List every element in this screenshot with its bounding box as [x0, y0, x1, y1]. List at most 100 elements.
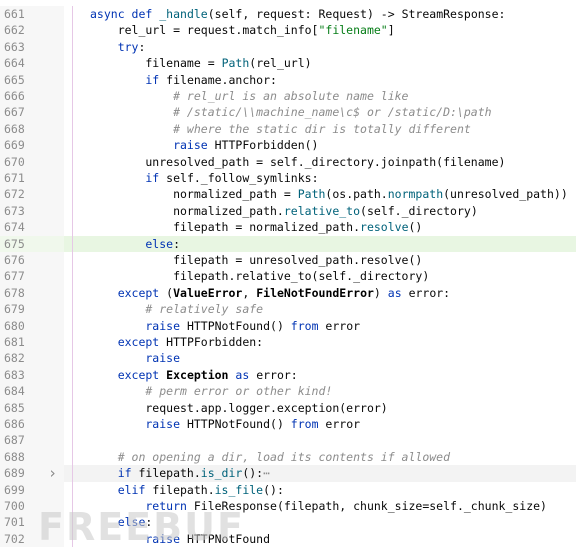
- code-line[interactable]: 677 filepath.relative_to(self._directory…: [0, 268, 576, 285]
- code-line[interactable]: 663 try:: [0, 38, 576, 56]
- code-token: return: [90, 499, 194, 513]
- scope-marker: [72, 481, 73, 498]
- scope-marker: [72, 448, 73, 466]
- code-token: normalized_path.: [90, 203, 284, 218]
- code-line[interactable]: 700 return FileResponse(filepath, chunk_…: [0, 498, 576, 515]
- scope-marker: [72, 120, 73, 138]
- code-line[interactable]: 665 if filename.anchor:: [0, 71, 576, 88]
- code-token: error: [325, 417, 361, 431]
- code-token: normalized_path =: [90, 187, 298, 202]
- code-text: else:: [90, 236, 180, 252]
- code-line[interactable]: 668 # where the static dir is totally di…: [0, 120, 576, 138]
- code-line[interactable]: 679 # relatively safe: [0, 301, 576, 318]
- line-number: 673: [4, 203, 25, 218]
- code-text: rel_url = request.match_info["filename"]: [90, 22, 395, 38]
- code-line[interactable]: 661 async def _handle(self, request: Requ…: [0, 6, 576, 23]
- code-line[interactable]: 675 else:: [0, 235, 576, 252]
- code-text: normalized_path = Path(os.path.normpath(…: [90, 186, 568, 202]
- code-line[interactable]: 670 unresolved_path = self._directory.jo…: [0, 153, 576, 170]
- code-token: HTTPNotFound(): [186, 417, 291, 431]
- code-line[interactable]: 686 raise HTTPNotFound() from error: [0, 416, 576, 433]
- code-line[interactable]: 667 # /static/\\machine_name\c$ or /stat…: [0, 104, 576, 121]
- code-line[interactable]: 687: [0, 432, 576, 449]
- code-token: error:: [408, 285, 451, 300]
- code-token: _handle: [159, 7, 208, 21]
- code-line[interactable]: 680 raise HTTPNotFound() from error: [0, 317, 576, 334]
- code-text: # perm error or other kind!: [90, 383, 332, 399]
- line-number: 674: [4, 220, 25, 235]
- code-line[interactable]: 684 # perm error or other kind!: [0, 383, 576, 400]
- scope-marker: [72, 301, 73, 318]
- code-line[interactable]: 685 request.app.logger.exception(error): [0, 399, 576, 416]
- code-line[interactable]: 666 # rel_url is an absolute name like: [0, 88, 576, 105]
- line-number: 662: [4, 23, 25, 38]
- scope-marker: [72, 22, 73, 39]
- code-token: (rel_url): [249, 56, 312, 71]
- code-line[interactable]: 674 filepath = normalized_path.resolve(): [0, 219, 576, 236]
- code-line[interactable]: 681 except HTTPForbidden:: [0, 334, 576, 351]
- scope-marker: [72, 170, 73, 187]
- code-line[interactable]: 699 elif filepath.is_file():: [0, 481, 576, 498]
- scope-marker: [72, 153, 73, 170]
- code-line[interactable]: 689 › if filepath.is_dir():⋯: [0, 465, 576, 482]
- code-token: # on opening a dir, load its contents if…: [90, 449, 451, 464]
- code-line[interactable]: 688 # on opening a dir, load its content…: [0, 448, 576, 466]
- line-number: 701: [4, 515, 25, 530]
- code-token: :: [138, 39, 146, 54]
- code-text: request.app.logger.exception(error): [90, 400, 387, 416]
- code-line[interactable]: 683 except Exception as error:: [0, 366, 576, 384]
- code-text: return FileResponse(filepath, chunk_size…: [90, 498, 547, 514]
- code-text: raise: [90, 350, 180, 366]
- code-token: HTTPForbidden(): [214, 138, 319, 153]
- line-number: 669: [4, 138, 25, 153]
- code-line[interactable]: 662 rel_url = request.match_info["filena…: [0, 22, 576, 39]
- code-token: elif: [90, 482, 153, 497]
- code-token: (self, request: Request) -> StreamRespon…: [207, 7, 506, 21]
- code-text: else:: [90, 514, 153, 530]
- code-text: # /static/\\machine_name\c$ or /static/D…: [90, 104, 492, 120]
- code-line[interactable]: 702 raise HTTPNotFound: [0, 530, 576, 548]
- line-number: 670: [4, 154, 25, 169]
- scope-marker: [72, 38, 73, 56]
- code-token: FileResponse(filepath, chunk_size=self._…: [193, 499, 547, 513]
- scope-marker: [72, 416, 73, 433]
- line-number: 682: [4, 351, 25, 366]
- code-line[interactable]: 676 filepath = unresolved_path.resolve(): [0, 252, 576, 269]
- code-token: ,: [242, 285, 257, 300]
- scope-marker: [72, 55, 73, 72]
- code-token: normpath: [387, 187, 444, 202]
- code-text: # relatively safe: [90, 301, 263, 317]
- code-editor[interactable]: 661 async def _handle(self, request: Requ…: [0, 0, 576, 554]
- scope-marker: [72, 383, 73, 400]
- scope-marker: [72, 432, 73, 449]
- code-line[interactable]: 673 normalized_path.relative_to(self._di…: [0, 202, 576, 220]
- code-token: ValueError: [173, 285, 243, 300]
- code-line[interactable]: 671 if self._follow_symlinks:: [0, 170, 576, 187]
- code-line[interactable]: 682 raise: [0, 350, 576, 367]
- scope-marker: [72, 88, 73, 105]
- code-text: # on opening a dir, load its contents if…: [90, 449, 450, 465]
- code-text: filepath.relative_to(self._directory): [90, 268, 429, 284]
- code-token: filename.anchor:: [166, 72, 277, 87]
- code-token: else: [90, 515, 146, 530]
- line-number: 672: [4, 187, 25, 202]
- code-line[interactable]: 678 except (ValueError, FileNotFoundErro…: [0, 284, 576, 302]
- code-token: FileNotFoundError: [256, 285, 374, 300]
- code-line[interactable]: 672 normalized_path = Path(os.path.normp…: [0, 186, 576, 203]
- code-line[interactable]: 669 raise HTTPForbidden(): [0, 137, 576, 154]
- line-number: 699: [4, 482, 25, 497]
- code-line[interactable]: 664 filename = Path(rel_url): [0, 55, 576, 72]
- chevron-right-icon[interactable]: ›: [48, 465, 58, 482]
- code-token: from: [290, 417, 326, 431]
- scope-marker: [72, 530, 73, 548]
- code-line[interactable]: 701 else:: [0, 514, 576, 531]
- line-number: 700: [4, 499, 25, 513]
- code-token: ():: [242, 466, 264, 481]
- code-text: if filename.anchor:: [90, 72, 277, 88]
- code-text: try:: [90, 39, 146, 55]
- scope-marker: [72, 399, 73, 416]
- code-token: filepath = unresolved_path.resolve(): [90, 253, 423, 267]
- scope-marker: [72, 252, 73, 269]
- code-token: as: [228, 367, 257, 382]
- scope-marker: [72, 317, 73, 334]
